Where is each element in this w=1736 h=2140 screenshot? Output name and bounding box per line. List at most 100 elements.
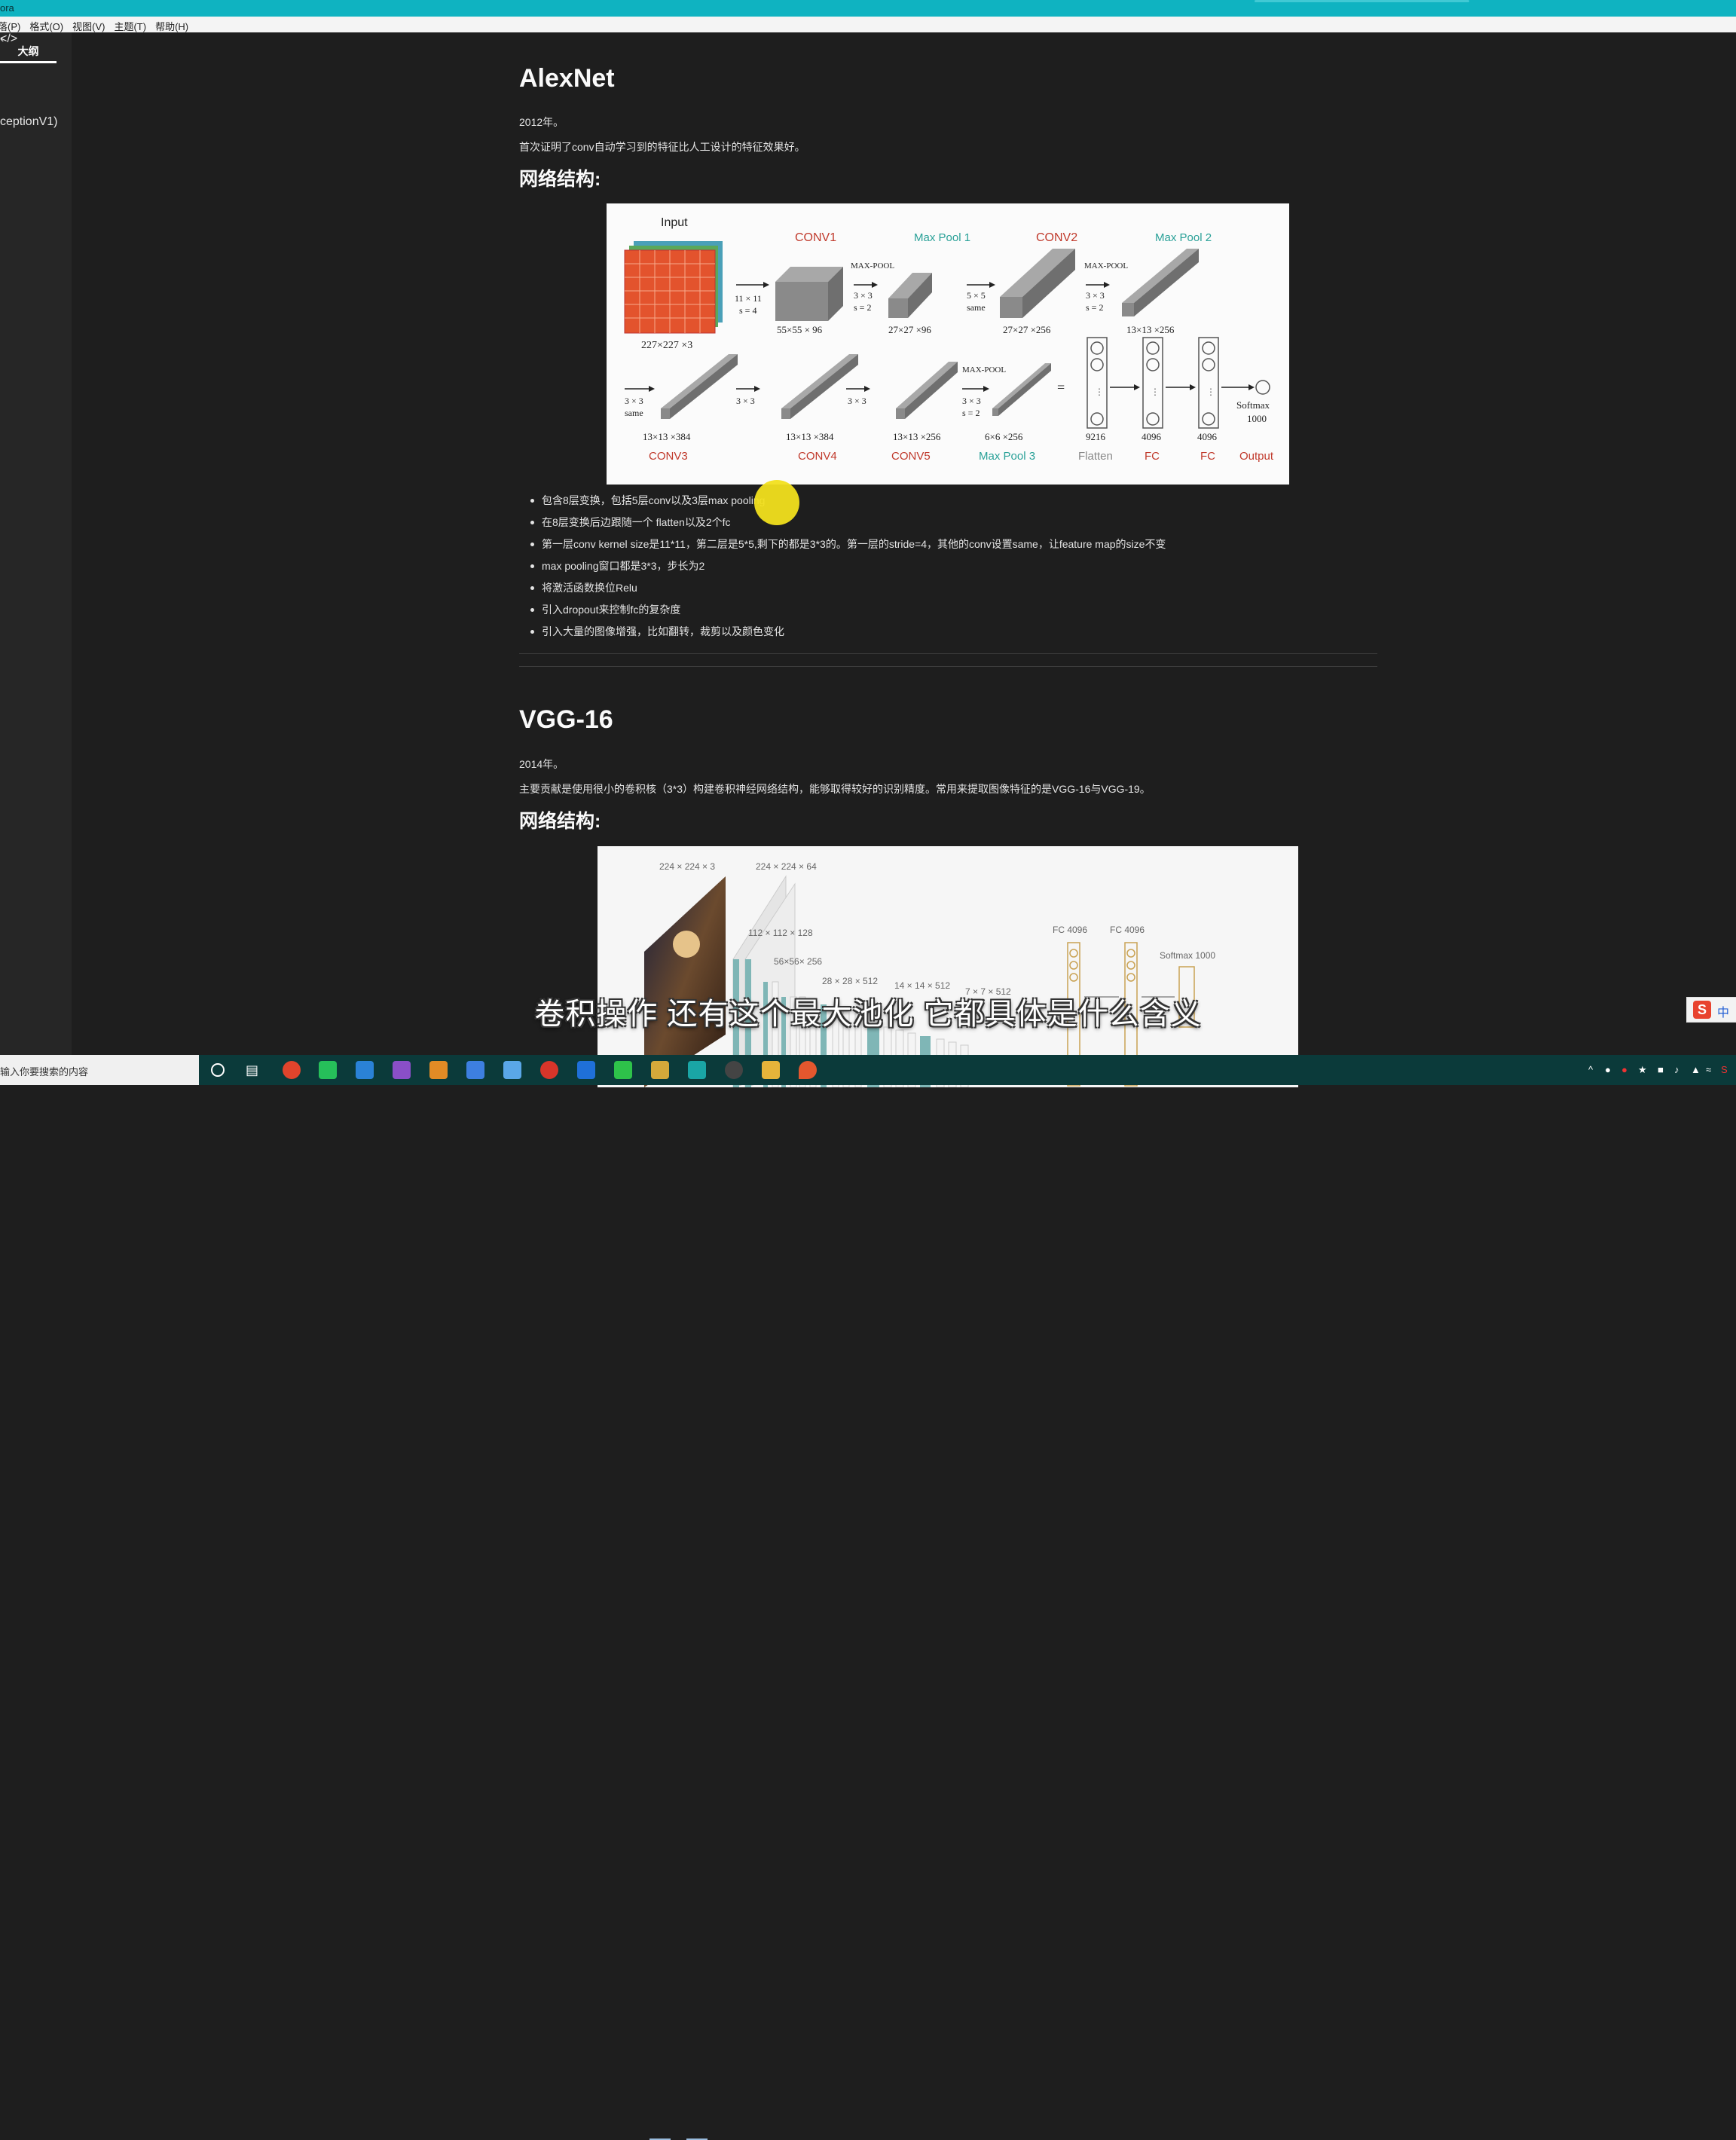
- task-view-icon[interactable]: ▤: [246, 1062, 258, 1078]
- cortana-icon[interactable]: [211, 1063, 225, 1077]
- netease-music-icon[interactable]: [540, 1061, 558, 1079]
- typora-icon[interactable]: [688, 1061, 706, 1079]
- svg-text:5 × 5: 5 × 5: [967, 290, 986, 301]
- svg-text:Max Pool 1: Max Pool 1: [914, 231, 970, 244]
- menu-help[interactable]: 帮助(H): [151, 17, 194, 32]
- app-icon[interactable]: [466, 1061, 484, 1079]
- menu-format[interactable]: 格式(O): [26, 17, 69, 32]
- list-item: 将激活函数换位Relu: [530, 581, 1166, 603]
- alexnet-bullet-list: 包含8层变换，包括5层conv以及3层max pooling 在8层变换后边跟随…: [519, 494, 1166, 647]
- svg-text:MAX-POOL: MAX-POOL: [851, 261, 894, 271]
- svg-text:=: =: [1057, 380, 1065, 395]
- svg-text:FC 4096: FC 4096: [1053, 925, 1087, 935]
- sogou-tray-icon[interactable]: S: [1721, 1064, 1728, 1075]
- input-volume: [624, 241, 723, 334]
- wifi-icon[interactable]: ≈: [1706, 1064, 1711, 1075]
- wechat-icon[interactable]: [614, 1061, 632, 1079]
- volume-icon[interactable]: ♪: [1674, 1064, 1679, 1075]
- tab-outline[interactable]: 大纲: [0, 44, 57, 59]
- cursor-highlight: [754, 480, 799, 525]
- sublime-icon[interactable]: [429, 1061, 448, 1079]
- svg-text:Output: Output: [1239, 450, 1274, 463]
- list-item: 引入大量的图像增强，比如翻转，裁剪以及颜色变化: [530, 625, 1166, 647]
- record-icon[interactable]: ●: [1621, 1064, 1628, 1075]
- svg-text:Flatten: Flatten: [1078, 450, 1113, 463]
- window-title-bar: ora: [0, 0, 1736, 17]
- list-item: 引入dropout来控制fc的复杂度: [530, 603, 1166, 625]
- svg-text:s = 2: s = 2: [1086, 302, 1103, 313]
- svg-text:FC 4096: FC 4096: [1110, 925, 1145, 935]
- taskbar-search-box[interactable]: 输入你要搜索的内容: [0, 1055, 199, 1085]
- source-mode-icon[interactable]: </>: [0, 32, 17, 46]
- alexnet-diagram: Input 227×227 ×3 11 × 11 s = 4 CONV1 55×…: [607, 203, 1289, 485]
- security-icon[interactable]: ■: [1658, 1064, 1664, 1075]
- sogou-icon: S: [1693, 1001, 1711, 1019]
- heading-alexnet-architecture: 网络结构:: [519, 169, 601, 190]
- pycharm-icon[interactable]: [319, 1061, 337, 1079]
- svg-text:27×27 ×256: 27×27 ×256: [1003, 324, 1051, 335]
- vgg16-intro: 主要贡献是使用很小的卷积核（3*3）构建卷积神经网络结构，能够取得较好的识别精度…: [519, 783, 1151, 795]
- svg-text:11 × 11: 11 × 11: [735, 293, 762, 304]
- vgg16-diagram: 224 × 224 × 3 224 × 224 × 64 112 × 112 ×…: [598, 846, 1298, 1087]
- app-title: ora: [0, 2, 14, 14]
- svg-text:4096: 4096: [1142, 431, 1162, 442]
- divider: [519, 653, 1377, 654]
- ime-mode-label: 中: [1717, 1007, 1730, 1020]
- svg-text:55×55 × 96: 55×55 × 96: [777, 324, 823, 335]
- svg-text:Max Pool 2: Max Pool 2: [1155, 231, 1212, 244]
- svg-text:3 × 3: 3 × 3: [848, 396, 866, 406]
- svg-text:224 × 224 × 64: 224 × 224 × 64: [756, 861, 817, 872]
- menu-view[interactable]: 视图(V): [69, 17, 110, 32]
- list-item: 在8层变换后边跟随一个 flatten以及2个fc: [530, 515, 1166, 537]
- svg-text:224 × 224 × 3: 224 × 224 × 3: [659, 861, 715, 872]
- video-subtitle: 卷积操作 还有这个最大池化 它都具体是什么含义: [534, 998, 1202, 1031]
- chrome-icon[interactable]: [283, 1061, 301, 1079]
- svg-text:⋮: ⋮: [1095, 387, 1104, 397]
- svg-text:CONV4: CONV4: [798, 450, 837, 463]
- visual-studio-icon[interactable]: [393, 1061, 411, 1079]
- vscode-icon[interactable]: [356, 1061, 374, 1079]
- heading-vgg16-architecture: 网络结构:: [519, 811, 601, 832]
- title-bar-highlight: [1255, 0, 1469, 2]
- file-explorer-icon[interactable]: [762, 1061, 780, 1079]
- svg-text:MAX-POOL: MAX-POOL: [1084, 261, 1128, 271]
- outline-item[interactable]: ceptionV1): [0, 115, 58, 129]
- recorder-icon[interactable]: [725, 1061, 743, 1079]
- svg-text:s = 4: s = 4: [739, 305, 756, 316]
- list-item: 第一层conv kernel size是11*11，第二层是5*5,剩下的都是3…: [530, 537, 1166, 559]
- qq-icon[interactable]: ★: [1638, 1064, 1647, 1076]
- svg-text:same: same: [625, 408, 643, 418]
- heading-alexnet: AlexNet: [519, 64, 615, 93]
- svg-text:3 × 3: 3 × 3: [962, 396, 981, 406]
- divider: [519, 666, 1377, 667]
- app-icon[interactable]: [799, 1061, 817, 1079]
- outline-sidebar: 大纲 ceptionV1): [0, 32, 72, 1055]
- svg-text:⋮: ⋮: [1151, 387, 1160, 397]
- label-input: Input: [661, 216, 688, 229]
- todo-icon[interactable]: [577, 1061, 595, 1079]
- vgg16-year: 2014年。: [519, 758, 564, 770]
- svg-text:13×13 ×384: 13×13 ×384: [786, 431, 834, 442]
- app-icon[interactable]: [651, 1061, 669, 1079]
- search-placeholder: 输入你要搜索的内容: [0, 1066, 89, 1078]
- svg-text:3 × 3: 3 × 3: [625, 396, 643, 406]
- menu-paragraph[interactable]: 落(P): [0, 17, 26, 32]
- svg-text:28 × 28 × 512: 28 × 28 × 512: [822, 976, 878, 986]
- svg-text:4096: 4096: [1197, 431, 1218, 442]
- svg-text:MAX-POOL: MAX-POOL: [962, 365, 1006, 374]
- heading-vgg16: VGG-16: [519, 705, 613, 734]
- svg-text:FC: FC: [1145, 450, 1160, 463]
- tray-expand-icon[interactable]: ^: [1588, 1064, 1593, 1075]
- svg-text:s = 2: s = 2: [854, 302, 871, 313]
- svg-text:3 × 3: 3 × 3: [854, 290, 873, 301]
- app-icon[interactable]: [503, 1061, 521, 1079]
- ime-indicator[interactable]: S 中: [1686, 997, 1736, 1023]
- menu-theme[interactable]: 主题(T): [110, 17, 151, 32]
- svg-text:FC: FC: [1200, 450, 1215, 463]
- network-icon[interactable]: ▲: [1691, 1064, 1701, 1075]
- microphone-icon[interactable]: ●: [1605, 1064, 1611, 1075]
- svg-text:CONV5: CONV5: [891, 450, 931, 463]
- svg-text:CONV3: CONV3: [649, 450, 688, 463]
- svg-text:112 × 112 × 128: 112 × 112 × 128: [748, 928, 813, 938]
- svg-text:13×13 ×256: 13×13 ×256: [1126, 324, 1175, 335]
